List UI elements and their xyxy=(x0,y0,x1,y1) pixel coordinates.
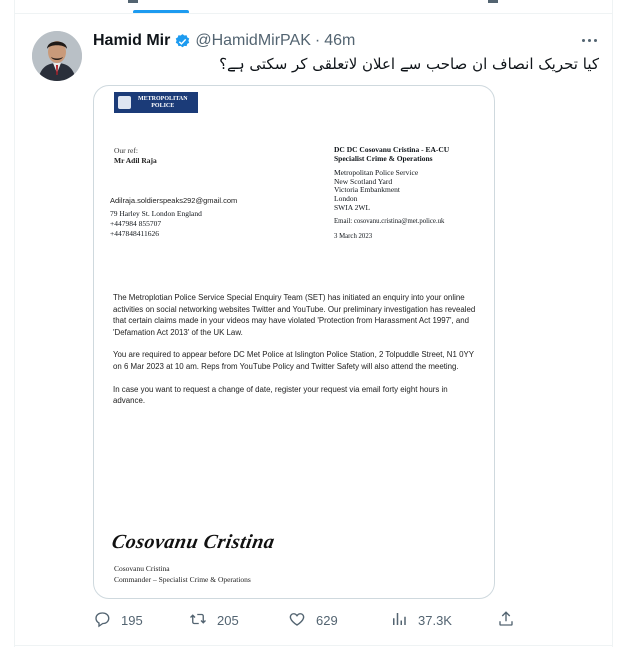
logo-line2: POLICE xyxy=(151,102,175,109)
share-button[interactable] xyxy=(497,610,515,630)
like-icon xyxy=(288,610,306,631)
like-count: 629 xyxy=(316,612,338,628)
reply-button[interactable]: 195 xyxy=(93,610,143,630)
top-icon-fragment xyxy=(488,0,498,3)
views-button[interactable]: 37.3K xyxy=(390,610,452,630)
divider xyxy=(14,13,613,14)
our-ref-label: Our ref: xyxy=(114,146,138,155)
reply-count: 195 xyxy=(121,612,143,628)
author-handle[interactable]: @HamidMirPAK xyxy=(195,32,311,50)
avatar[interactable] xyxy=(32,31,82,81)
recipient-address: 79 Harley St. London England xyxy=(110,209,202,218)
letter-paragraph-3: In case you want to request a change of … xyxy=(113,384,448,406)
tweet-timestamp[interactable]: 46m xyxy=(324,32,355,50)
logo-text: METROPOLITAN POLICE xyxy=(138,96,188,110)
tweet-header: Hamid Mir @HamidMirPAK · 46m xyxy=(93,31,355,51)
letter-paragraph-1: The Metroplotian Police Service Special … xyxy=(113,293,476,337)
views-icon xyxy=(390,610,408,631)
views-count: 37.3K xyxy=(418,612,452,628)
letter-paragraph-2: You are required to appear before DC Met… xyxy=(113,350,474,371)
sender-email: Email: cosovanu.cristina@met.police.uk xyxy=(334,218,445,226)
recipient-phone-2: +447848411626 xyxy=(110,229,159,238)
signer-title: Commander – Specialist Crime & Operation… xyxy=(114,575,251,584)
letter-body: The Metroplotian Police Service Special … xyxy=(113,292,478,418)
retweet-count: 205 xyxy=(217,612,239,628)
recipient-email: Adilraja.soldierspeaks292@gmail.com xyxy=(110,196,238,205)
like-button[interactable]: 629 xyxy=(288,610,338,630)
timeline-border-left xyxy=(14,0,15,647)
police-letter: METROPOLITAN POLICE Our ref: Mr Adil Raj… xyxy=(94,86,494,598)
timeline-border-right xyxy=(612,0,613,647)
tweet-text: کیا تحریک انصاف ان صاحب سے اعلان لاتعلقی… xyxy=(219,55,599,73)
divider xyxy=(14,645,613,646)
handwritten-signature: Cosovanu Cristina xyxy=(110,531,277,553)
top-icon-fragment xyxy=(128,0,138,3)
author-name[interactable]: Hamid Mir xyxy=(93,32,170,50)
logo-line1: METROPOLITAN xyxy=(138,95,188,102)
retweet-icon xyxy=(189,610,207,631)
letter-date: 3 March 2023 xyxy=(334,232,373,240)
tweet-image[interactable]: METROPOLITAN POLICE Our ref: Mr Adil Raj… xyxy=(93,85,495,599)
sender-addr-4: SWIA 2WL xyxy=(334,202,371,212)
retweet-button[interactable]: 205 xyxy=(189,610,239,630)
tweet-actions: 195 205 629 37.3K xyxy=(93,610,523,630)
met-police-logo: METROPOLITAN POLICE xyxy=(114,92,198,113)
our-ref-value: Mr Adil Raja xyxy=(114,156,157,165)
signer-name: Cosovanu Cristina xyxy=(114,564,170,573)
recipient-phone-1: +447984 855707 xyxy=(110,219,162,228)
separator-dot: · xyxy=(314,32,321,49)
recipient-contact: Adilraja.soldierspeaks292@gmail.com 79 H… xyxy=(110,196,237,239)
verified-badge-icon xyxy=(174,33,191,50)
reply-icon xyxy=(93,610,111,631)
sender-block: DC DC Cosovanu Cristina - EA-CU Speciali… xyxy=(334,145,449,241)
reference-block: Our ref: Mr Adil Raja xyxy=(114,146,157,165)
more-options-icon[interactable] xyxy=(578,32,600,48)
sender-line-2: Specialist Crime & Operations xyxy=(334,153,433,163)
crest-icon xyxy=(118,96,131,109)
share-icon xyxy=(497,610,515,631)
